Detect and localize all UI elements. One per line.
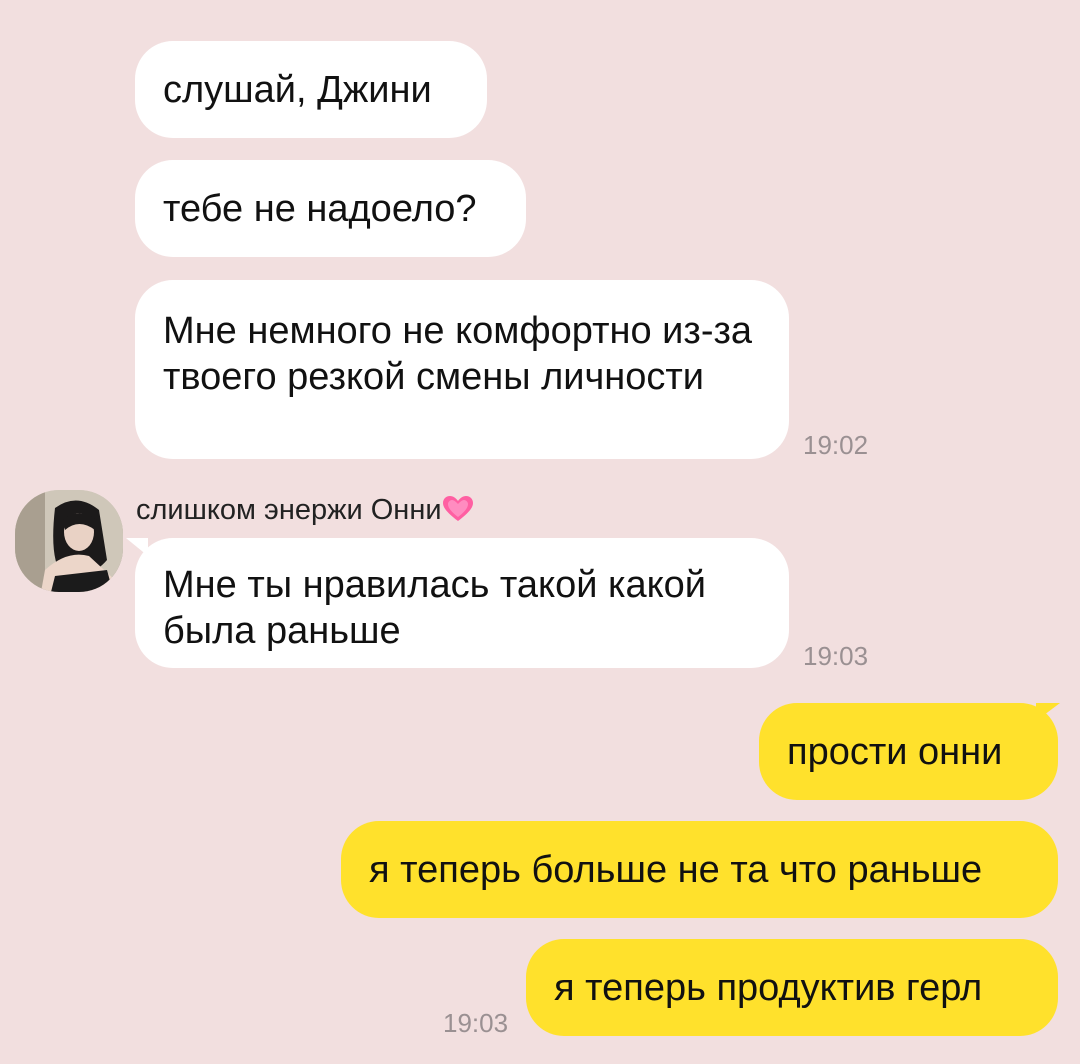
avatar[interactable] bbox=[15, 490, 123, 592]
message-bubble-outgoing[interactable]: прости онни bbox=[759, 703, 1058, 800]
message-bubble-incoming[interactable]: слушай, Джини bbox=[135, 41, 487, 138]
message-text: Мне ты нравилась такой какой была раньше bbox=[163, 564, 707, 652]
heart-icon bbox=[442, 496, 473, 521]
message-timestamp: 19:02 bbox=[803, 430, 869, 460]
message-timestamp: 19:03 bbox=[443, 1008, 509, 1038]
sender-name[interactable]: слишком энержи Онни bbox=[136, 494, 474, 527]
message-text: Мне немного не комфортно из-за твоего ре… bbox=[163, 310, 753, 398]
message-timestamp: 19:03 bbox=[803, 641, 869, 671]
message-bubble-incoming[interactable]: тебе не надоело? bbox=[135, 160, 526, 257]
message-bubble-incoming[interactable]: Мне ты нравилась такой какой была раньше bbox=[135, 538, 789, 668]
message-bubble-outgoing[interactable]: я теперь продуктив герл bbox=[526, 939, 1058, 1036]
message-text: прости онни bbox=[787, 730, 1003, 773]
message-text: слушай, Джини bbox=[163, 68, 432, 111]
avatar-photo bbox=[15, 490, 123, 592]
message-text: я теперь больше не та что раньше bbox=[369, 848, 983, 891]
message-text: тебе не надоело? bbox=[163, 187, 477, 230]
message-bubble-incoming[interactable]: Мне немного не комфортно из-за твоего ре… bbox=[135, 280, 789, 459]
message-text: я теперь продуктив герл bbox=[554, 966, 983, 1009]
message-bubble-outgoing[interactable]: я теперь больше не та что раньше bbox=[341, 821, 1058, 918]
